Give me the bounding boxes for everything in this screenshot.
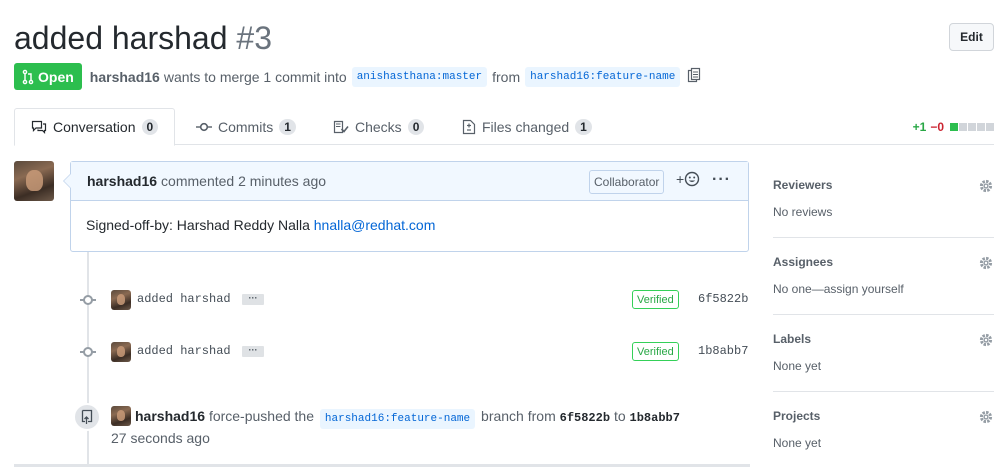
head-branch-ref[interactable]: harshad16:feature-name [525, 66, 681, 87]
gear-icon[interactable] [978, 255, 994, 271]
comment-discussion-icon [31, 120, 47, 134]
commit-sha-link[interactable]: 6f5822b [698, 292, 748, 306]
force-push-branch-text: branch from [481, 408, 556, 424]
pr-meta: Open harshad16 wants to merge 1 commit i… [14, 63, 701, 90]
avatar[interactable] [14, 161, 54, 201]
sidebar-title[interactable]: Projects [773, 409, 994, 423]
diffstat-additions: +1 [912, 120, 927, 134]
diffstat-block [986, 123, 994, 131]
comment-author-link[interactable]: harshad16 [87, 173, 157, 189]
sidebar-reviewers: Reviewers No reviews [773, 178, 994, 219]
status-label: Open [38, 68, 74, 85]
pr-title-text: added harshad [14, 20, 228, 56]
tab-commits[interactable]: Commits 1 [196, 108, 296, 145]
tab-label: Checks [355, 118, 402, 135]
pull-request-icon [22, 69, 34, 84]
to-text: to [613, 408, 626, 424]
edit-button[interactable]: Edit [949, 23, 994, 51]
sidebar-divider [773, 237, 994, 238]
force-push-branch-ref[interactable]: harshad16:feature-name [319, 409, 476, 429]
sidebar-value: None yet [773, 359, 822, 373]
from-text: from [492, 68, 521, 85]
from-sha-link[interactable]: 6f5822b [560, 411, 610, 425]
tab-label: Commits [218, 118, 274, 135]
force-push-event: harshad16 force-pushed the harshad16:fea… [135, 406, 680, 429]
tab-files-changed[interactable]: Files changed 1 [462, 108, 592, 145]
git-commit-icon [80, 347, 96, 357]
sidebar-value: No reviews [773, 205, 833, 219]
git-commit-icon [80, 295, 96, 305]
sidebar-assignees: Assignees No one—assign yourself [773, 255, 994, 296]
force-push-time[interactable]: 27 seconds ago [111, 430, 210, 446]
force-push-action: force-pushed the [208, 408, 315, 424]
avatar[interactable] [111, 342, 131, 362]
force-push-author-link[interactable]: harshad16 [135, 408, 205, 424]
verified-badge[interactable]: Verified [632, 290, 679, 309]
sidebar-value: None yet [773, 436, 822, 450]
sidebar-title[interactable]: Reviewers [773, 178, 994, 192]
verified-badge[interactable]: Verified [632, 342, 679, 361]
diffstat-deletions: −0 [930, 120, 944, 134]
page-title: added harshad #3 [14, 18, 272, 58]
tab-counter: 0 [407, 118, 425, 135]
avatar[interactable] [111, 290, 131, 310]
gear-icon[interactable] [978, 332, 994, 348]
comment-text: Signed-off-by: Harshad Reddy Nalla [86, 217, 310, 233]
collaborator-badge: Collaborator [589, 170, 665, 194]
tab-label: Files changed [482, 118, 570, 135]
comment-header: harshad16 commented 2 minutes ago Collab… [63, 162, 748, 201]
tab-counter: 1 [279, 118, 296, 135]
commit-sha-link[interactable]: 1b8abb7 [698, 344, 748, 358]
pr-author-link[interactable]: harshad16 [90, 69, 160, 85]
gear-icon[interactable] [978, 178, 994, 194]
file-diff-icon [462, 119, 476, 134]
commit-message-link[interactable]: added harshad [137, 292, 231, 306]
diffstat-block [959, 123, 967, 131]
commit-item: added harshad ··· Verified 1b8abb7 [80, 342, 750, 362]
repo-push-icon [73, 403, 101, 431]
comment-box: harshad16 commented 2 minutes ago Collab… [63, 161, 749, 252]
avatar[interactable] [111, 406, 131, 426]
smiley-icon [684, 171, 700, 187]
checklist-icon [333, 120, 349, 133]
sidebar-title[interactable]: Labels [773, 332, 994, 346]
diffstat[interactable]: +1 −0 [913, 120, 994, 134]
commit-message-link[interactable]: added harshad [137, 344, 231, 358]
commit-item: added harshad ··· Verified 6f5822b [80, 290, 750, 310]
expand-commit-button[interactable]: ··· [242, 294, 264, 305]
tab-checks[interactable]: Checks 0 [333, 108, 425, 145]
plus-icon: + [676, 171, 685, 187]
add-reaction-button[interactable]: +😀 + [676, 171, 700, 187]
tab-counter: 1 [575, 118, 592, 135]
diffstat-block [968, 123, 976, 131]
base-branch-ref[interactable]: anishasthana:master [351, 66, 488, 87]
comment-caret [63, 173, 71, 189]
sidebar-projects: Projects None yet [773, 409, 994, 450]
diffstat-blocks [950, 123, 994, 131]
tab-label: Conversation [53, 119, 136, 135]
email-link[interactable]: hnalla@redhat.com [314, 217, 436, 233]
diffstat-block [977, 123, 985, 131]
sidebar-divider [773, 314, 994, 315]
comment-time[interactable]: 2 minutes ago [238, 173, 326, 189]
expand-commit-button[interactable]: ··· [242, 346, 264, 357]
gear-icon[interactable] [978, 409, 994, 425]
sidebar-divider [773, 391, 994, 392]
merge-text: wants to merge 1 commit into [163, 68, 347, 85]
pr-number: #3 [236, 20, 272, 56]
status-badge: Open [14, 63, 82, 90]
tab-counter: 0 [141, 119, 159, 135]
diffstat-block [950, 123, 958, 131]
comment-menu-button[interactable]: ··· [712, 171, 731, 189]
git-commit-icon [196, 122, 212, 131]
sidebar-title[interactable]: Assignees [773, 255, 994, 269]
pr-tabs: Conversation 0 Commits 1 Checks 0 Files … [14, 108, 994, 146]
comment-body: Signed-off-by: Harshad Reddy Nalla hnall… [71, 201, 748, 249]
comment-action: commented [161, 173, 235, 189]
to-sha-link[interactable]: 1b8abb7 [630, 411, 680, 425]
sidebar-value[interactable]: No one—assign yourself [773, 282, 994, 296]
tab-conversation[interactable]: Conversation 0 [14, 108, 176, 146]
sidebar-labels: Labels None yet [773, 332, 994, 373]
copy-branch-icon[interactable] [687, 67, 701, 86]
